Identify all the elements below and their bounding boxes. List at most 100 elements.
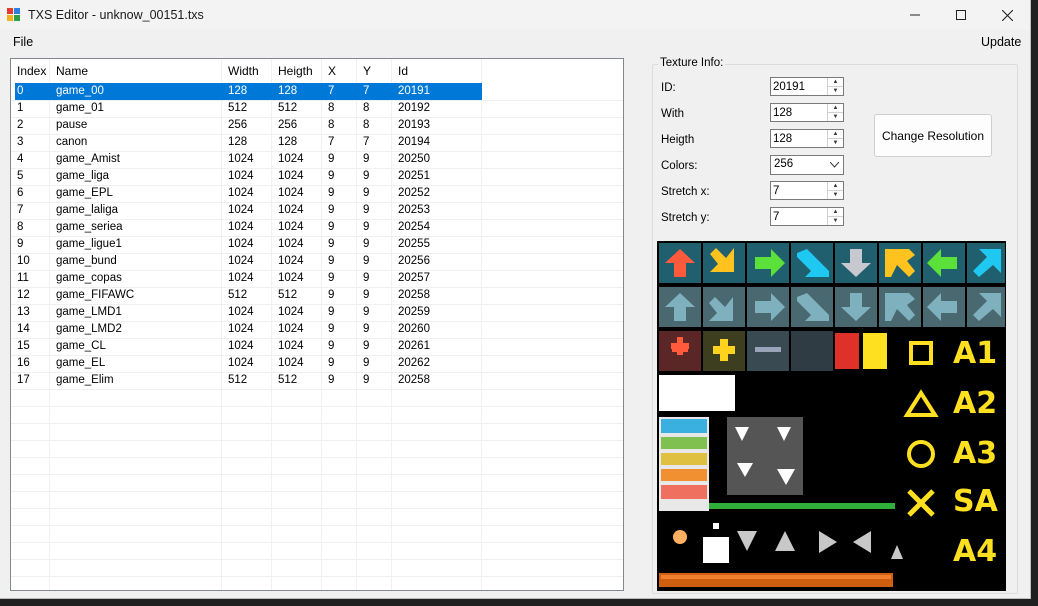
table-row[interactable]: 4 game_Amist 1024 1024 9 9 20250: [11, 151, 623, 168]
table-row[interactable]: 3 canon 128 128 7 7 20194: [11, 134, 623, 151]
spin-down-icon[interactable]: ▼: [828, 87, 843, 95]
cell-id: 20254: [398, 221, 430, 233]
table-row[interactable]: 16 game_EL 1024 1024 9 9 20262: [11, 355, 623, 372]
spin-down-icon[interactable]: ▼: [828, 139, 843, 147]
cell-y: 8: [363, 119, 370, 131]
spin-up-icon[interactable]: ▲: [828, 130, 843, 139]
cell-index: 14: [17, 323, 30, 335]
height-spinner-arrows[interactable]: ▲ ▼: [827, 130, 843, 147]
cell-width: 512: [228, 289, 248, 301]
width-spinner-arrows[interactable]: ▲ ▼: [827, 104, 843, 121]
change-resolution-button[interactable]: Change Resolution: [874, 114, 992, 157]
spin-down-icon[interactable]: ▼: [828, 191, 843, 199]
cell-y: 9: [363, 340, 370, 352]
column-header-heigth[interactable]: Heigth: [272, 59, 322, 83]
colors-select[interactable]: 256: [770, 155, 844, 175]
table-row[interactable]: 15 game_CL 1024 1024 9 9 20261: [11, 338, 623, 355]
column-header-width[interactable]: Width: [222, 59, 272, 83]
cell-heigth: 1024: [278, 357, 304, 369]
cell-y: 9: [363, 306, 370, 318]
spin-up-icon[interactable]: ▲: [828, 104, 843, 113]
spin-up-icon[interactable]: ▲: [828, 182, 843, 191]
cell-name: game_EL: [56, 357, 106, 369]
table-row[interactable]: 12 game_FIFAWC 512 512 9 9 20258: [11, 287, 623, 304]
width-spinner[interactable]: ▲▼: [770, 103, 844, 122]
chevron-down-icon: [830, 162, 839, 168]
menu-update[interactable]: Update: [981, 35, 1021, 49]
stretch-x-spinner-arrows[interactable]: ▲ ▼: [827, 182, 843, 199]
cell-width: 512: [228, 374, 248, 386]
cell-x: 9: [328, 221, 335, 233]
cell-index: 9: [17, 238, 24, 250]
cell-heigth: 1024: [278, 340, 304, 352]
table-row[interactable]: 6 game_EPL 1024 1024 9 9 20252: [11, 185, 623, 202]
cell-id: 20253: [398, 204, 430, 216]
column-header-y[interactable]: Y: [357, 59, 392, 83]
cell-y: 9: [363, 238, 370, 250]
spin-down-icon[interactable]: ▼: [828, 217, 843, 225]
height-input[interactable]: [773, 131, 827, 146]
cell-y: 7: [363, 136, 370, 148]
table-row[interactable]: 11 game_copas 1024 1024 9 9 20257: [11, 270, 623, 287]
cell-name: game_00: [56, 85, 104, 97]
close-icon: [1001, 9, 1013, 21]
grid-line: [11, 457, 623, 458]
stretch-x-input[interactable]: [773, 183, 827, 198]
cell-y: 9: [363, 255, 370, 267]
maximize-button[interactable]: [938, 0, 984, 30]
stretch-x-spinner[interactable]: ▲▼: [770, 181, 844, 200]
stretch-y-spinner[interactable]: ▲▼: [770, 207, 844, 226]
id-input[interactable]: [773, 79, 827, 94]
table-row[interactable]: 17 game_Elim 512 512 9 9 20258: [11, 372, 623, 389]
spin-down-icon[interactable]: ▼: [828, 113, 843, 121]
texture-list[interactable]: Index Name Width Heigth X Y Id 0 game_00 128 128 7…: [10, 58, 624, 591]
maximize-icon: [956, 10, 966, 20]
spin-up-icon[interactable]: ▲: [828, 208, 843, 217]
cell-id: 20252: [398, 187, 430, 199]
width-input[interactable]: [773, 105, 827, 120]
table-row[interactable]: 1 game_01 512 512 8 8 20192: [11, 100, 623, 117]
id-spinner-arrows[interactable]: ▲ ▼: [827, 78, 843, 95]
table-row[interactable]: 8 game_seriea 1024 1024 9 9 20254: [11, 219, 623, 236]
cell-width: 1024: [228, 221, 254, 233]
column-header-id[interactable]: Id: [392, 59, 482, 83]
table-row[interactable]: 5 game_liga 1024 1024 9 9 20251: [11, 168, 623, 185]
colors-label: Colors:: [661, 160, 698, 172]
cell-y: 7: [363, 85, 370, 97]
cell-id: 20258: [398, 374, 430, 386]
cell-id: 20192: [398, 102, 430, 114]
close-button[interactable]: [984, 0, 1030, 30]
minimize-button[interactable]: [892, 0, 938, 30]
height-spinner[interactable]: ▲▼: [770, 129, 844, 148]
table-row[interactable]: 9 game_ligue1 1024 1024 9 9 20255: [11, 236, 623, 253]
app-window: TXS Editor - unknow_00151.txs File Updat…: [0, 0, 1031, 599]
cell-id: 20255: [398, 238, 430, 250]
column-header-index[interactable]: Index: [11, 59, 50, 83]
table-row[interactable]: 2 pause 256 256 8 8 20193: [11, 117, 623, 134]
stretch-y-label: Stretch y:: [661, 212, 710, 224]
cell-id: 20261: [398, 340, 430, 352]
table-row[interactable]: 13 game_LMD1 1024 1024 9 9 20259: [11, 304, 623, 321]
table-row[interactable]: 14 game_LMD2 1024 1024 9 9 20260: [11, 321, 623, 338]
menu-file[interactable]: File: [13, 35, 33, 49]
spin-up-icon[interactable]: ▲: [828, 78, 843, 87]
cell-heigth: 128: [278, 85, 298, 97]
column-header-name[interactable]: Name: [50, 59, 222, 83]
column-header-x[interactable]: X: [322, 59, 357, 83]
cell-x: 9: [328, 306, 335, 318]
grid-line: [11, 525, 623, 526]
cell-heigth: 1024: [278, 323, 304, 335]
id-spinner[interactable]: ▲▼: [770, 77, 844, 96]
cell-width: 1024: [228, 187, 254, 199]
table-row[interactable]: 0 game_00 128 128 7 7 20191: [11, 83, 623, 100]
stretch-y-input[interactable]: [773, 209, 827, 224]
cell-y: 9: [363, 170, 370, 182]
table-row[interactable]: 7 game_laliga 1024 1024 9 9 20253: [11, 202, 623, 219]
table-row[interactable]: 10 game_bund 1024 1024 9 9 20256: [11, 253, 623, 270]
title-bar[interactable]: TXS Editor - unknow_00151.txs: [0, 0, 1030, 30]
stretch-y-spinner-arrows[interactable]: ▲ ▼: [827, 208, 843, 225]
cell-y: 9: [363, 204, 370, 216]
cell-heigth: 128: [278, 136, 298, 148]
app-icon: [7, 8, 21, 22]
cell-width: 128: [228, 85, 248, 97]
